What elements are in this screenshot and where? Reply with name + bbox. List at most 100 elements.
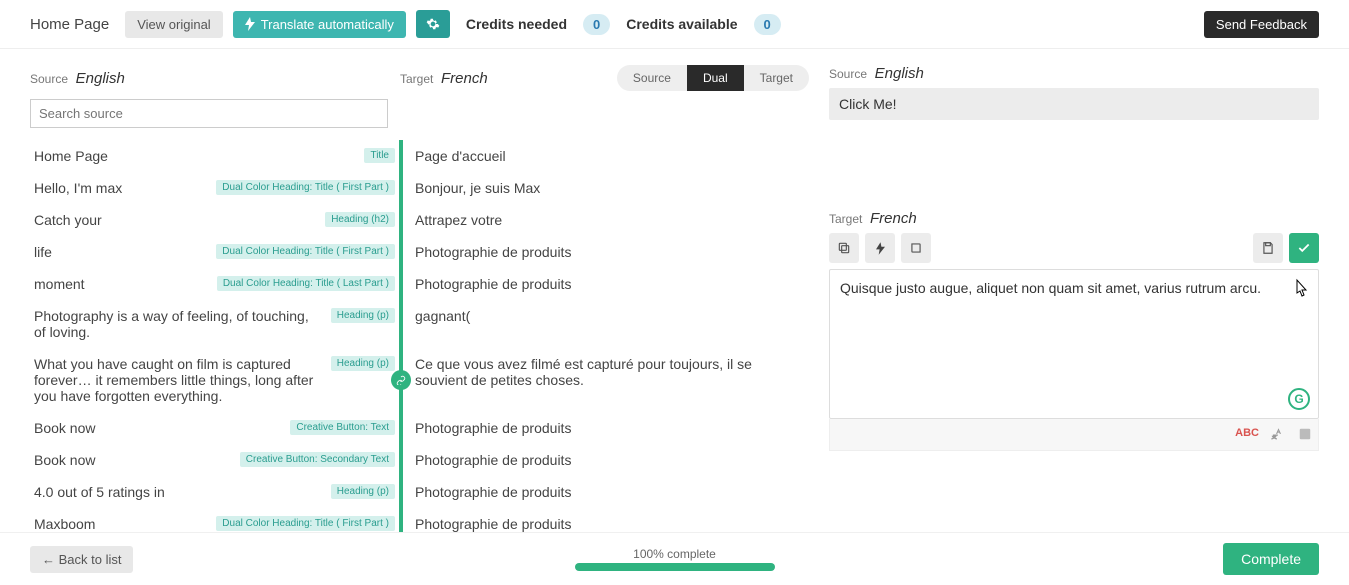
confirm-button[interactable] [1289,233,1319,263]
toggle-source[interactable]: Source [617,65,687,91]
target-cell: gagnant( [403,300,809,348]
source-cell: Photography is a way of feeling, of touc… [34,300,399,348]
progress-bar [575,563,775,571]
view-toggle: Source Dual Target [617,65,809,91]
progress: 100% complete [575,547,775,571]
settings-button[interactable] [416,10,450,38]
rp-footer-toolbar: ABC [829,419,1319,451]
translation-row[interactable]: Hello, I'm max Dual Color Heading: Title … [30,172,809,204]
translation-row[interactable]: Book nowCreative Button: Secondary TextP… [30,444,809,476]
rp-toolbar [829,233,1319,263]
type-badge: Dual Color Heading: Title ( Last Part ) [217,276,395,291]
bolt-icon [245,17,255,31]
source-text: Home Page [34,148,356,164]
type-badge: Heading (p) [331,356,395,371]
check-icon [1297,241,1311,255]
translation-row[interactable]: Home Page Title Page d'accueil [30,140,809,172]
target-cell: Photographie de produits [403,236,809,268]
source-cell: lifeDual Color Heading: Title ( First Pa… [34,236,399,268]
row-divider [399,444,403,476]
translate-auto-button[interactable]: Translate automatically [233,11,406,38]
translation-row[interactable]: What you have caught on film is captured… [30,348,809,412]
row-divider [399,204,403,236]
type-badge: Heading (p) [331,484,395,499]
translate-auto-label: Translate automatically [261,17,394,32]
translation-rows: Home PageTitlePage d'accueilHello, I'm m… [30,140,809,539]
rp-target-editor[interactable]: Quisque justo augue, aliquet non quam si… [829,269,1319,419]
topbar: Home Page View original Translate automa… [0,0,1349,49]
copy-icon [837,241,851,255]
target-cell: Ce que vous avez filmé est capturé pour … [403,348,809,412]
spellcheck-icon[interactable]: ABC [1235,427,1259,442]
source-cell: Hello, I'm max Dual Color Heading: Title … [34,172,399,204]
type-badge: Title [364,148,395,163]
bolt-icon [876,242,885,255]
rp-target-lang: French [870,210,917,227]
gear-icon [426,17,440,31]
credits-needed-label: Credits needed [466,16,567,32]
rp-target-header: Target French [829,210,1319,227]
target-cell: Bonjour, je suis Max [403,172,809,204]
source-text: 4.0 out of 5 ratings in [34,484,323,500]
row-divider [399,268,403,300]
translation-row[interactable]: 4.0 out of 5 ratings in Heading (p) Photog… [30,476,809,508]
source-cell: Home Page Title [34,140,399,172]
type-badge: Dual Color Heading: Title ( First Part ) [216,244,395,259]
save-button[interactable] [1253,233,1283,263]
credits-available-label: Credits available [626,16,737,32]
page-title: Home Page [30,16,109,33]
complete-button[interactable]: Complete [1223,543,1319,575]
source-cell: What you have caught on film is captured… [34,348,399,412]
translate-icon[interactable] [1271,427,1286,442]
source-cell: momentDual Color Heading: Title ( Last P… [34,268,399,300]
target-cell: Photographie de produits [403,476,809,508]
right-pane: Source English Click Me! Target French [829,65,1319,539]
target-lang-label: Target [400,72,433,86]
target-cell: Attrapez votre [403,204,809,236]
rp-source-lang: English [875,65,924,82]
rp-source-header: Source English [829,65,1319,82]
save-icon [1261,241,1275,255]
rp-source-label: Source [829,67,867,81]
source-cell: 4.0 out of 5 ratings in Heading (p) [34,476,399,508]
translation-row[interactable]: Book nowCreative Button: TextPhotographi… [30,412,809,444]
source-cell: Book nowCreative Button: Secondary Text [34,444,399,476]
type-badge: Creative Button: Secondary Text [240,452,395,467]
type-badge: Heading (h2) [325,212,395,227]
credits-available-value: 0 [754,14,781,35]
translation-row[interactable]: momentDual Color Heading: Title ( Last P… [30,268,809,300]
translation-row[interactable]: Catch yourHeading (h2)Attrapez votre [30,204,809,236]
row-divider [399,476,403,508]
toggle-target[interactable]: Target [744,65,809,91]
link-icon[interactable] [391,370,411,390]
copy-button[interactable] [829,233,859,263]
target-cell: Photographie de produits [403,444,809,476]
translation-row[interactable]: lifeDual Color Heading: Title ( First Pa… [30,236,809,268]
row-divider [399,172,403,204]
grammarly-icon[interactable]: G [1288,388,1310,410]
target-lang-value: French [441,70,488,87]
target-cell: Photographie de produits [403,268,809,300]
type-badge: Dual Color Heading: Title ( First Part ) [216,516,395,531]
target-cell: Page d'accueil [403,140,809,172]
send-feedback-button[interactable]: Send Feedback [1204,11,1319,38]
main: Source English Target French Source Dual… [0,49,1349,539]
source-cell: Catch yourHeading (h2) [34,204,399,236]
row-divider [399,236,403,268]
source-text: Hello, I'm max [34,180,208,196]
source-text: Maxboom [34,516,208,532]
credits-needed-value: 0 [583,14,610,35]
source-text: Book now [34,420,282,436]
type-badge: Dual Color Heading: Title ( First Part ) [216,180,395,195]
view-original-button[interactable]: View original [125,11,222,38]
row-divider [399,348,403,412]
row-divider [399,140,403,172]
back-to-list-button[interactable]: ← Back to list [30,546,133,573]
search-input[interactable] [30,99,388,128]
toggle-dual[interactable]: Dual [687,65,744,91]
auto-translate-button[interactable] [865,233,895,263]
glossary-button[interactable] [901,233,931,263]
translation-row[interactable]: Photography is a way of feeling, of touc… [30,300,809,348]
format-icon[interactable] [1298,427,1312,442]
progress-label: 100% complete [575,547,775,561]
